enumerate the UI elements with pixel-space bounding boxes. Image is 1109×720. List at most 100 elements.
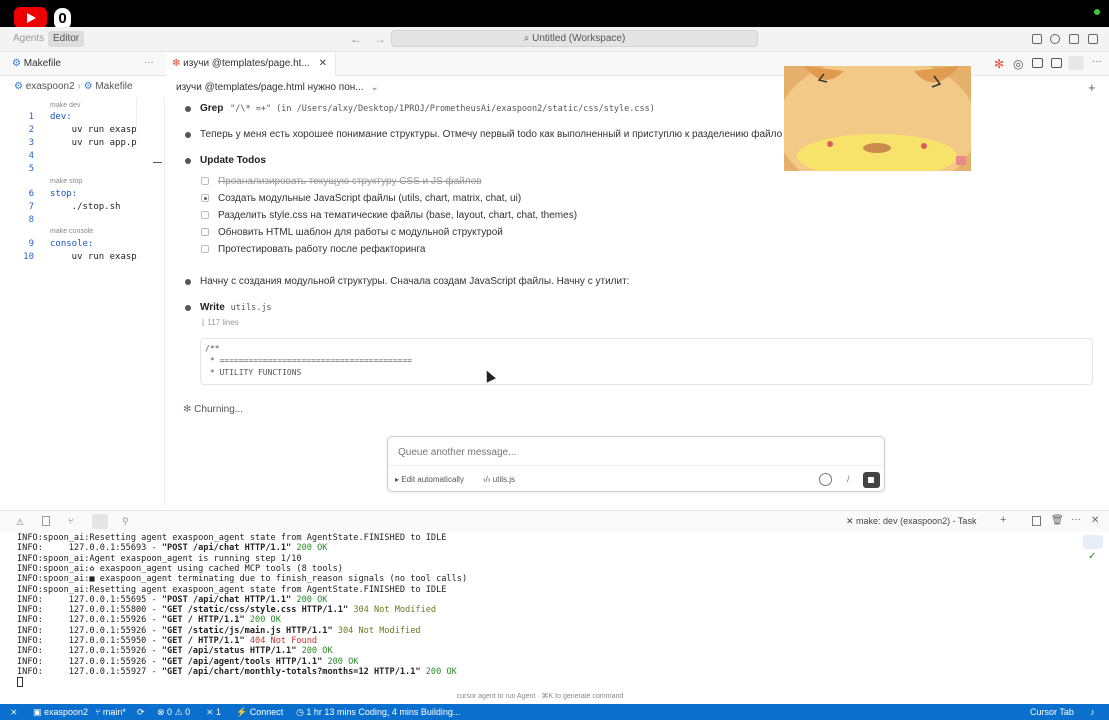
trash-icon[interactable]: 🗑 bbox=[1051, 515, 1064, 526]
terminal-text: "GET / HTTP/1.1" bbox=[161, 636, 245, 646]
terminal-text: "GET /api/agent/tools HTTP/1.1" bbox=[161, 656, 323, 667]
checkbox-icon[interactable] bbox=[201, 194, 209, 202]
cube-icon[interactable] bbox=[1050, 34, 1060, 44]
step-bullet bbox=[185, 158, 191, 164]
line-number: 9 bbox=[28, 239, 34, 249]
chat-title[interactable]: изучи @templates/page.html нужно пон... … bbox=[176, 82, 379, 93]
pin-icon[interactable]: ⚲ bbox=[122, 516, 129, 527]
breadcrumb: ⚙ exaspoon2 › ⚙ Makefile bbox=[14, 81, 133, 92]
status-bar: ⨯ ▣ exaspoon2 ⑂ main* ⟳ ⊗ 0 ⚠ 0 ⨯ 1 ⚡ Co… bbox=[0, 704, 1109, 720]
split-editor-icon[interactable] bbox=[1032, 58, 1043, 68]
cursor-tab-status[interactable]: Cursor Tab bbox=[1030, 704, 1074, 720]
todo-item[interactable]: Протестировать работу после рефакторинга bbox=[201, 244, 425, 255]
makefile-editor[interactable]: make dev 1 dev: 2 uv run exasp 3 uv run … bbox=[0, 98, 165, 506]
terminal-text: "POST /api/chat HTTP/1.1" bbox=[161, 543, 292, 554]
codelens-make-console[interactable]: make console bbox=[50, 228, 93, 235]
chevron-down-icon[interactable]: ⌄ bbox=[370, 82, 378, 93]
terminal-line: INFO: 127.0.0.1:55926 - "GET / HTTP/1.1"… bbox=[17, 615, 281, 625]
terminal-text: INFO: 127.0.0.1:55926 - bbox=[17, 646, 162, 657]
codelens-make-dev[interactable]: make dev bbox=[50, 102, 80, 109]
remote-icon[interactable]: ⨯ bbox=[10, 704, 18, 720]
codelens-make-stop[interactable]: make stop bbox=[50, 178, 82, 185]
code-line: console: bbox=[50, 239, 94, 249]
terminal-line: INFO:spoon_ai:■ exaspoon_agent terminati… bbox=[17, 574, 467, 584]
add-terminal-icon[interactable]: + bbox=[1000, 514, 1006, 526]
queue-message-input[interactable] bbox=[398, 447, 868, 458]
tab-agents[interactable]: Agents bbox=[8, 31, 49, 47]
forward-arrow-icon[interactable]: → bbox=[374, 32, 386, 46]
layout-panel-icon[interactable] bbox=[1032, 34, 1042, 44]
terminal-output[interactable]: INFO:spoon_ai:Resetting agent exaspoon_a… bbox=[0, 532, 1080, 690]
write-line-count: ⌊ 117 lines bbox=[202, 318, 239, 327]
terminal-task-label[interactable]: ✕ make: dev (exaspoon2) - Task bbox=[846, 516, 976, 527]
new-chat-plus-icon[interactable]: + bbox=[1088, 80, 1096, 95]
checkbox-icon[interactable] bbox=[201, 228, 209, 236]
terminal-line: INFO: 127.0.0.1:55926 - "GET /api/status… bbox=[17, 646, 333, 656]
globe-icon[interactable]: ◎ bbox=[1013, 57, 1023, 71]
context-file-chip[interactable]: ‹/› utils.js bbox=[483, 475, 515, 484]
terminal-line: INFO: 127.0.0.1:55693 - "POST /api/chat … bbox=[17, 543, 327, 553]
workspace-search[interactable]: ⌕ Untitled (Workspace) bbox=[391, 30, 758, 47]
checkbox-icon[interactable] bbox=[201, 211, 209, 219]
terminal-toolbar: ⚠ ⑂ ⚲ ✕ make: dev (exaspoon2) - Task + 🗑… bbox=[0, 510, 1109, 532]
todo-item[interactable]: Обновить HTML шаблон для работы с модуль… bbox=[201, 227, 503, 238]
more-actions-icon[interactable]: ··· bbox=[1092, 56, 1102, 67]
code-preview[interactable]: /** * ==================================… bbox=[200, 338, 1093, 385]
write-step[interactable]: Write utils.js bbox=[200, 302, 272, 313]
code-line: stop: bbox=[50, 189, 78, 199]
terminal-text: "GET / HTTP/1.1" bbox=[161, 615, 245, 626]
close-tab-icon[interactable]: ✕ bbox=[319, 58, 327, 69]
tab-editor[interactable]: Editor bbox=[48, 31, 85, 47]
slash-commands-button[interactable]: / bbox=[847, 474, 850, 484]
problems-indicator[interactable]: ⊗ 0 ⚠ 0 bbox=[157, 704, 190, 720]
todo-item[interactable]: Создать модульные JavaScript файлы (util… bbox=[201, 193, 521, 204]
terminal-line: INFO: 127.0.0.1:55695 - "POST /api/chat … bbox=[17, 595, 327, 605]
history-clock-icon[interactable] bbox=[819, 473, 832, 486]
back-arrow-icon[interactable]: ← bbox=[350, 32, 362, 46]
sidebar-toggle-icon[interactable] bbox=[1069, 34, 1079, 44]
tab-makefile[interactable]: ⚙ Makefile bbox=[12, 52, 61, 76]
code-icon: ‹/› bbox=[483, 475, 493, 484]
wakatime-indicator[interactable]: ◷ 1 hr 13 mins Coding, 4 mins Building..… bbox=[296, 704, 460, 720]
step-bullet bbox=[185, 279, 191, 285]
sync-icon[interactable]: ⟳ bbox=[137, 704, 145, 720]
settings-gear-icon[interactable] bbox=[1088, 34, 1098, 44]
code-line: /** bbox=[205, 344, 220, 353]
message-composer[interactable]: ▸ Edit automatically ‹/› utils.js / bbox=[387, 436, 885, 492]
more-actions-icon[interactable]: ··· bbox=[144, 57, 154, 68]
minimap-slider[interactable] bbox=[153, 162, 162, 163]
todo-item[interactable]: Проанализировать текущую структуру CSS и… bbox=[201, 176, 482, 187]
tab-chat[interactable]: ✻ изучи @templates/page.ht... ✕ bbox=[166, 52, 336, 76]
todo-item[interactable]: Разделить style.css на тематические файл… bbox=[201, 210, 577, 221]
edit-mode-selector[interactable]: ▸ Edit automatically bbox=[395, 475, 464, 484]
close-panel-icon[interactable]: ✕ bbox=[1091, 515, 1099, 526]
connect-button[interactable]: ⚡ Connect bbox=[236, 704, 283, 720]
branch-icon[interactable]: ⑂ bbox=[68, 516, 73, 526]
line-number: 6 bbox=[28, 189, 34, 199]
lock-icon[interactable] bbox=[1068, 56, 1084, 70]
terminal-instance[interactable] bbox=[1083, 535, 1103, 549]
checkbox-icon[interactable] bbox=[201, 245, 209, 253]
file-icon[interactable] bbox=[42, 516, 50, 526]
step-bullet bbox=[185, 132, 191, 138]
ports-indicator[interactable]: ⨯ 1 bbox=[206, 704, 221, 720]
terminal-text: 304 Not Modified bbox=[332, 625, 421, 636]
makefile-icon: ⚙ bbox=[83, 81, 93, 92]
terminal-line: INFO: 127.0.0.1:55926 - "GET /static/js/… bbox=[17, 626, 421, 636]
warning-icon[interactable]: ⚠ bbox=[16, 517, 24, 528]
minimap[interactable] bbox=[136, 98, 158, 128]
git-branch[interactable]: ⑂ main* bbox=[95, 704, 126, 720]
todos-title: Update Todos bbox=[200, 155, 266, 166]
agent-spark-icon[interactable]: ✻ bbox=[994, 57, 1004, 71]
bell-icon[interactable]: ♪ bbox=[1090, 704, 1095, 720]
workspace-title: Untitled (Workspace) bbox=[532, 33, 626, 44]
panel-icon[interactable] bbox=[1051, 58, 1062, 68]
workspace-folder[interactable]: ▣ exaspoon2 bbox=[33, 704, 88, 720]
checkbox-icon[interactable] bbox=[201, 177, 209, 185]
stop-button[interactable] bbox=[863, 472, 880, 488]
terminal-tab-icon[interactable] bbox=[92, 514, 108, 529]
split-terminal-icon[interactable] bbox=[1032, 516, 1041, 526]
assistant-message: Начну с создания модульной структуры. Сн… bbox=[200, 276, 630, 287]
more-actions-icon[interactable]: ··· bbox=[1071, 514, 1081, 525]
code-line: uv run exasp bbox=[50, 125, 137, 135]
